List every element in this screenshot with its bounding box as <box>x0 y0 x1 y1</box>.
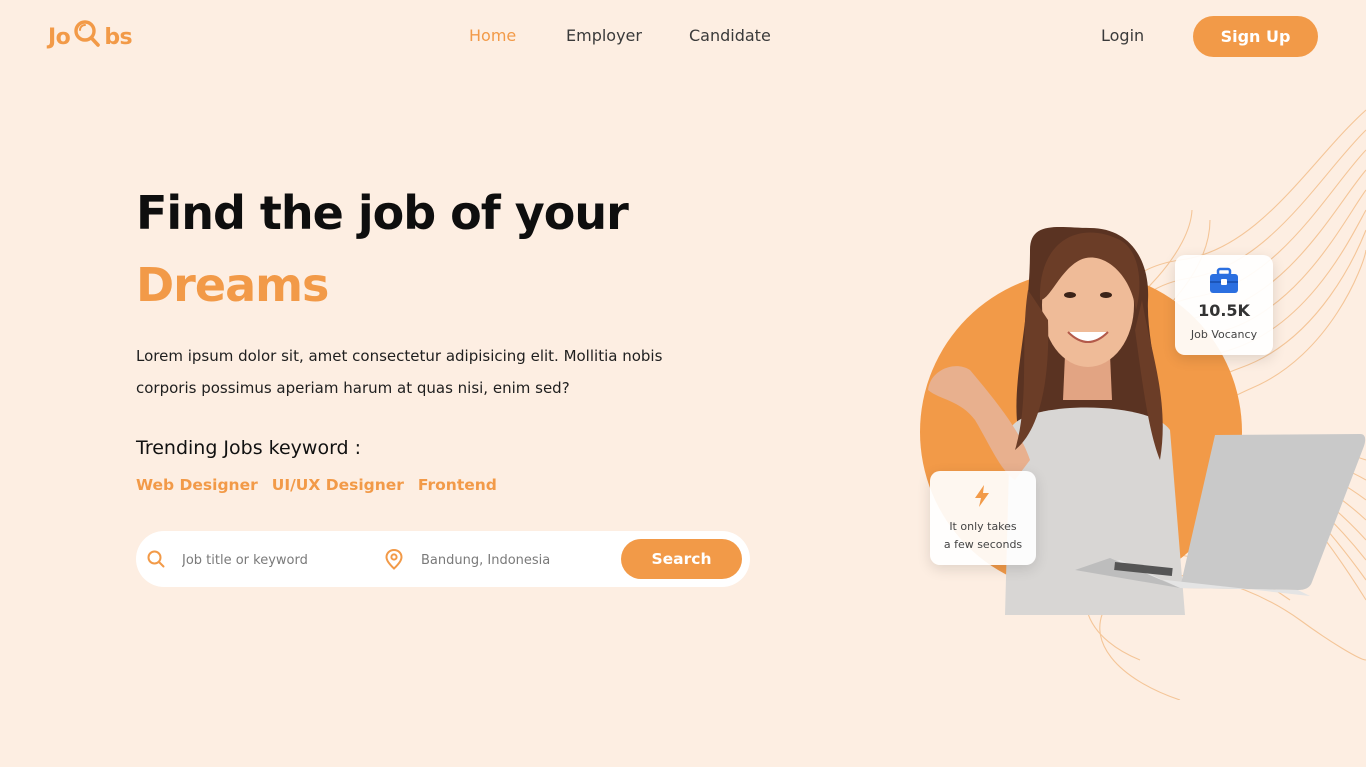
hero-description: Lorem ipsum dolor sit, amet consectetur … <box>136 347 663 397</box>
trending-keyword[interactable]: Web Designer <box>136 476 258 494</box>
job-search-bar: Search <box>136 531 750 587</box>
speed-card: It only takes a few seconds <box>930 471 1036 565</box>
trending-keywords: Web Designer UI/UX Designer Frontend <box>136 476 497 494</box>
search-icon <box>146 549 166 569</box>
magnifier-logo-icon <box>72 19 102 49</box>
keyword-input[interactable] <box>180 545 374 575</box>
signup-button[interactable]: Sign Up <box>1193 16 1318 57</box>
landing-page: Jo bs Home Employer Candidate Login Sign… <box>0 0 1366 767</box>
search-button[interactable]: Search <box>621 539 742 579</box>
hero-title-highlight: Dreams <box>136 258 329 312</box>
speed-label: It only takes a few seconds <box>943 520 1023 551</box>
decorative-contour-lines <box>920 109 1366 701</box>
trending-label: Trending Jobs keyword : <box>136 437 362 459</box>
nav-employer[interactable]: Employer <box>566 26 642 45</box>
hero-illustration <box>880 100 1366 701</box>
nav-home[interactable]: Home <box>469 26 516 45</box>
logo[interactable]: Jo bs <box>48 19 133 52</box>
nav-candidate[interactable]: Candidate <box>689 26 771 45</box>
trending-keyword[interactable]: Frontend <box>418 476 497 494</box>
location-pin-icon <box>384 548 404 570</box>
hero-title: Find the job of your <box>136 186 629 240</box>
location-input[interactable] <box>419 545 613 575</box>
job-vacancy-card: 10.5K Job Vocancy <box>1175 255 1273 355</box>
job-vacancy-count: 10.5K <box>1198 301 1250 320</box>
lightning-icon <box>973 484 991 512</box>
login-link[interactable]: Login <box>1101 26 1144 45</box>
logo-text-left: Jo <box>48 24 71 50</box>
briefcase-icon <box>1209 267 1239 299</box>
logo-text-right: bs <box>104 24 133 50</box>
trending-keyword[interactable]: UI/UX Designer <box>272 476 404 494</box>
job-vacancy-label: Job Vocancy <box>1190 328 1258 341</box>
